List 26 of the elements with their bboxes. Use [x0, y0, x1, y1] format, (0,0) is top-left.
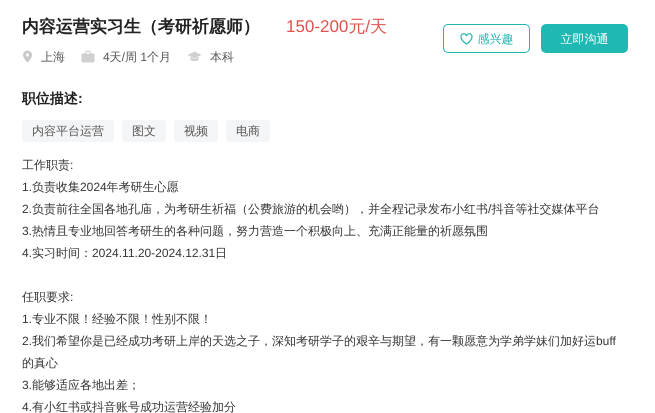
list-item: 2.我们希望你是已经成功考研上岸的天选之子，深知考研学子的艰辛与期望，有一颗愿意为学弟学妹们加好运buff的真心: [22, 332, 617, 372]
list-item: 3.热情且专业地回答考研生的各种问题，努力营造一个积极向上、充满正能量的祈愿氛围: [22, 222, 490, 240]
tag: 视频: [174, 120, 218, 142]
section-label: 任职要求:: [22, 288, 74, 306]
interest-button[interactable]: 感兴趣: [443, 24, 530, 53]
chat-button[interactable]: 立即沟通: [541, 24, 628, 53]
list-item: 4.有小红书或抖音账号成功运营经验加分: [22, 398, 238, 413]
section-label: 工作职责:: [22, 156, 74, 174]
list-item: 1.专业不限！经验不限！性别不限！: [22, 310, 214, 328]
location-text: 上海: [41, 48, 65, 66]
list-item: 2.负责前往全国各地孔庙，为考研生祈福（公费旅游的机会哟），并全程记录发布小红书/抖音等社交媒体平台: [22, 200, 600, 218]
graduation-cap-icon: [187, 51, 202, 62]
tag: 内容平台运营: [22, 120, 114, 142]
list-item: 3.能够适应各地出差；: [22, 376, 142, 394]
briefcase-icon: [81, 50, 95, 62]
education-text: 本科: [210, 48, 234, 66]
salary: 150-200元/天: [286, 16, 388, 38]
tag: 电商: [226, 120, 270, 142]
job-title: 内容运营实习生（考研祈愿师）: [22, 16, 260, 38]
tag: 图文: [122, 120, 166, 142]
section-heading: 职位描述:: [22, 88, 84, 108]
schedule-text: 4天/周 1个月: [103, 48, 172, 66]
location-pin-icon: [22, 50, 33, 63]
heart-icon: [460, 32, 472, 44]
list-item: 4.实习时间：2024.11.20-2024.12.31日: [22, 244, 228, 262]
list-item: 1.负责收集2024年考研生心愿: [22, 178, 180, 196]
